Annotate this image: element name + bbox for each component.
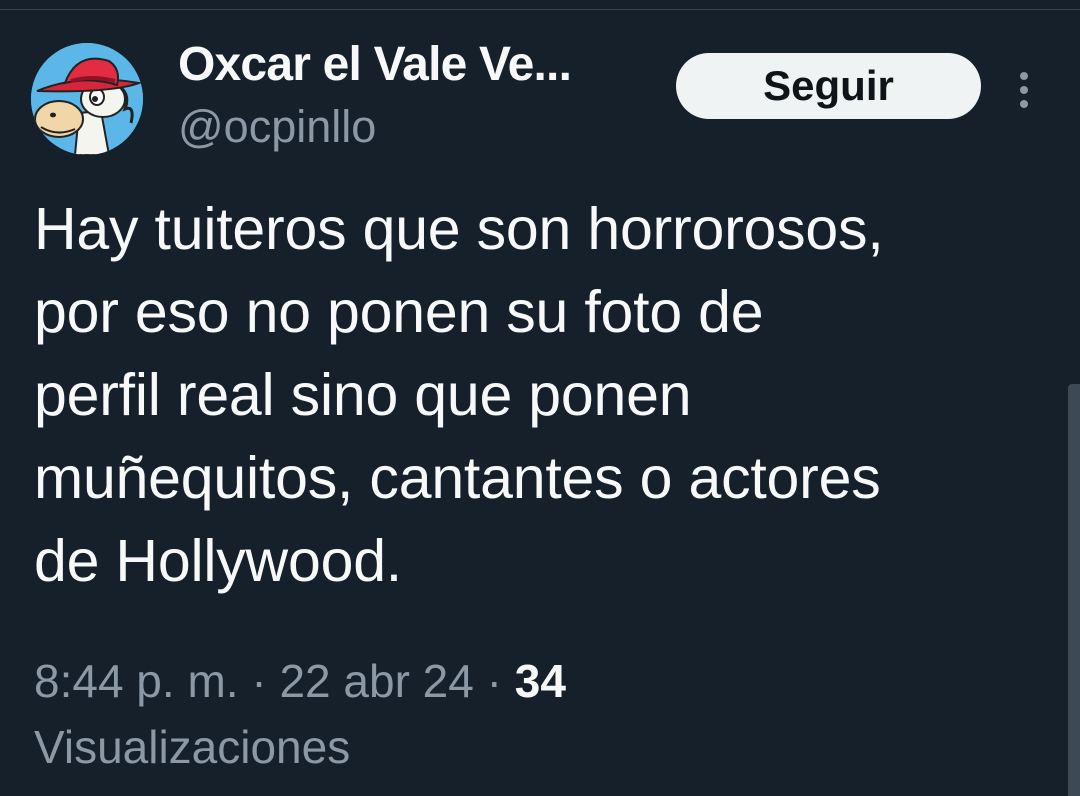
tweet-metadata: 8:44 p. m. · 22 abr 24 · 34 Visualizacio… [34,648,1034,780]
top-divider [0,9,1080,10]
tweet-detail-screen: Oxcar el Vale Ve... @ocpinllo Seguir Hay… [0,0,1080,796]
author-handle[interactable]: @ocpinllo [178,99,376,155]
scrollbar[interactable] [1068,384,1080,796]
separator-dot: · [486,655,502,707]
separator-dot: · [251,655,267,707]
tweet-text-line: por eso no ponen su foto de [34,279,764,345]
tweet-text-line: muñequitos, cantantes o actores [34,445,881,511]
vertical-dots-icon-dot [1020,86,1028,94]
views-label[interactable]: Visualizaciones [34,714,1034,780]
views-count[interactable]: 34 [515,655,566,707]
vertical-dots-icon [1020,72,1028,80]
author-avatar[interactable] [31,43,143,155]
tweet-time[interactable]: 8:44 p. m. [34,655,239,707]
tweet-text-line: perfil real sino que ponen [34,362,692,428]
follow-button[interactable]: Seguir [676,53,981,119]
author-display-name[interactable]: Oxcar el Vale Ve... [178,36,572,94]
cartoon-horse-with-red-hat-avatar-icon [31,43,143,155]
tweet-text-line: Hay tuiteros que son horrorosos, [34,196,884,262]
tweet-text-line: de Hollywood. [34,528,402,594]
more-options-button[interactable] [1008,68,1040,112]
vertical-dots-icon-dot [1020,100,1028,108]
tweet-date[interactable]: 22 abr 24 [279,655,473,707]
tweet-text: Hay tuiteros que son horrorosos, por eso… [34,188,1044,603]
